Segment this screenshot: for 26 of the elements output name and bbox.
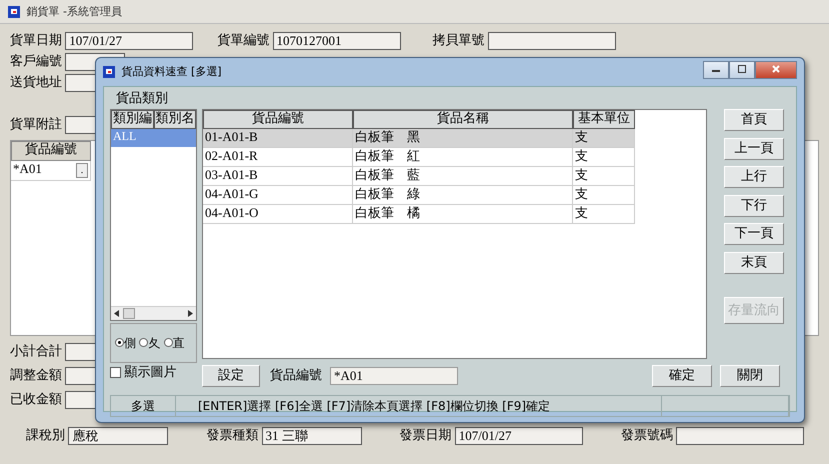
field-label: 送貨地址 — [10, 75, 62, 91]
group-label: 貨品類別 — [116, 91, 169, 108]
field-label: 客戶編號 — [10, 54, 62, 70]
field-label: 貨品編號 — [270, 368, 322, 384]
table-cell: *A01 . — [11, 161, 91, 181]
field-label: 貨單附註 — [10, 117, 62, 133]
field-label: 拷貝單號 — [432, 33, 484, 49]
column-header: 貨品編號 — [203, 110, 353, 129]
field-label: 貨單編號 — [217, 33, 270, 49]
status-text: [ENTER]選擇 [F6]全選 [F7]清除本頁選擇 [F8]欄位切換 [F9]確定 — [176, 396, 662, 416]
field-label: 調整金額 — [10, 368, 62, 384]
column-header: 類別編 — [111, 110, 154, 129]
field-label: 小計合計 — [10, 344, 62, 360]
dialog-title: 貨品資料速查 [多選] — [122, 65, 222, 79]
field-label: 貨單日期 — [10, 33, 62, 49]
column-header: 貨品名稱 — [353, 110, 573, 129]
field-label: 課稅別 — [26, 428, 65, 444]
window-title: 銷貨單 -系統管理員 — [26, 4, 122, 18]
field-label: 發票種類 — [206, 428, 258, 444]
field-label: 發票日期 — [400, 428, 452, 444]
field-label: 發票號碼 — [620, 428, 673, 444]
status-text: 多選 — [111, 396, 176, 416]
column-header: 基本單位 — [573, 110, 635, 129]
column-header: 類別名 — [154, 110, 196, 129]
column-header: 貨品編號 — [11, 141, 91, 161]
field-label: 已收金額 — [10, 392, 62, 408]
